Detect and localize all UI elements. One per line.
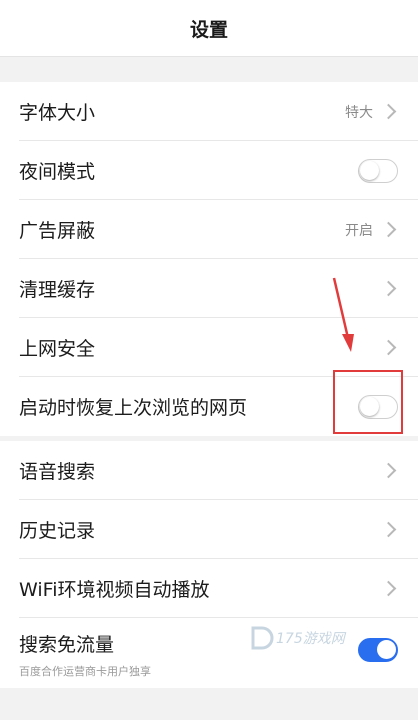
night-mode-toggle[interactable] [358, 158, 398, 183]
voice-search-label: 语音搜索 [19, 461, 96, 483]
ad-block-label: 广告屏蔽 [19, 220, 96, 242]
restore-pages-label: 启动时恢复上次浏览的网页 [19, 397, 248, 419]
history-row[interactable]: 历史记录 [0, 500, 418, 559]
chevron-right-icon [380, 521, 397, 538]
free-data-search-sublabel: 百度合作运营商卡用户独享 [19, 665, 151, 678]
chevron-right-icon [380, 462, 397, 479]
history-label: 历史记录 [19, 520, 96, 542]
watermark-text: 175游戏网 [276, 631, 345, 647]
wifi-autoplay-label: WiFi环境视频自动播放 [19, 579, 210, 601]
free-data-search-row: 搜索免流量 百度合作运营商卡用户独享 [0, 618, 418, 688]
font-size-value: 特大 [345, 104, 373, 121]
annotation-highlight-box [333, 370, 403, 434]
settings-group-more: 语音搜索 历史记录 WiFi环境视频自动播放 搜索免流量 百度合作运营商卡用户独… [0, 441, 418, 688]
chevron-right-icon [380, 103, 397, 120]
font-size-row[interactable]: 字体大小 特大 [0, 82, 418, 141]
title-bar: 设置 [0, 0, 418, 57]
toggle-knob [377, 640, 396, 659]
chevron-right-icon [380, 221, 397, 238]
watermark: 175游戏网 [248, 625, 345, 651]
red-arrow-icon [332, 277, 354, 352]
voice-search-row[interactable]: 语音搜索 [0, 441, 418, 500]
chevron-right-icon [380, 339, 397, 356]
chevron-right-icon [380, 580, 397, 597]
page-title: 设置 [189, 18, 228, 41]
ad-block-value: 开启 [345, 222, 373, 239]
night-mode-label: 夜间模式 [19, 161, 96, 183]
night-mode-row: 夜间模式 [0, 141, 418, 200]
chevron-right-icon [380, 280, 397, 297]
toggle-knob [360, 160, 379, 180]
watermark-logo-icon [251, 626, 274, 650]
font-size-label: 字体大小 [19, 102, 96, 124]
free-data-search-toggle[interactable] [358, 638, 398, 662]
ad-block-row[interactable]: 广告屏蔽 开启 [0, 200, 418, 259]
wifi-autoplay-row[interactable]: WiFi环境视频自动播放 [0, 559, 418, 618]
